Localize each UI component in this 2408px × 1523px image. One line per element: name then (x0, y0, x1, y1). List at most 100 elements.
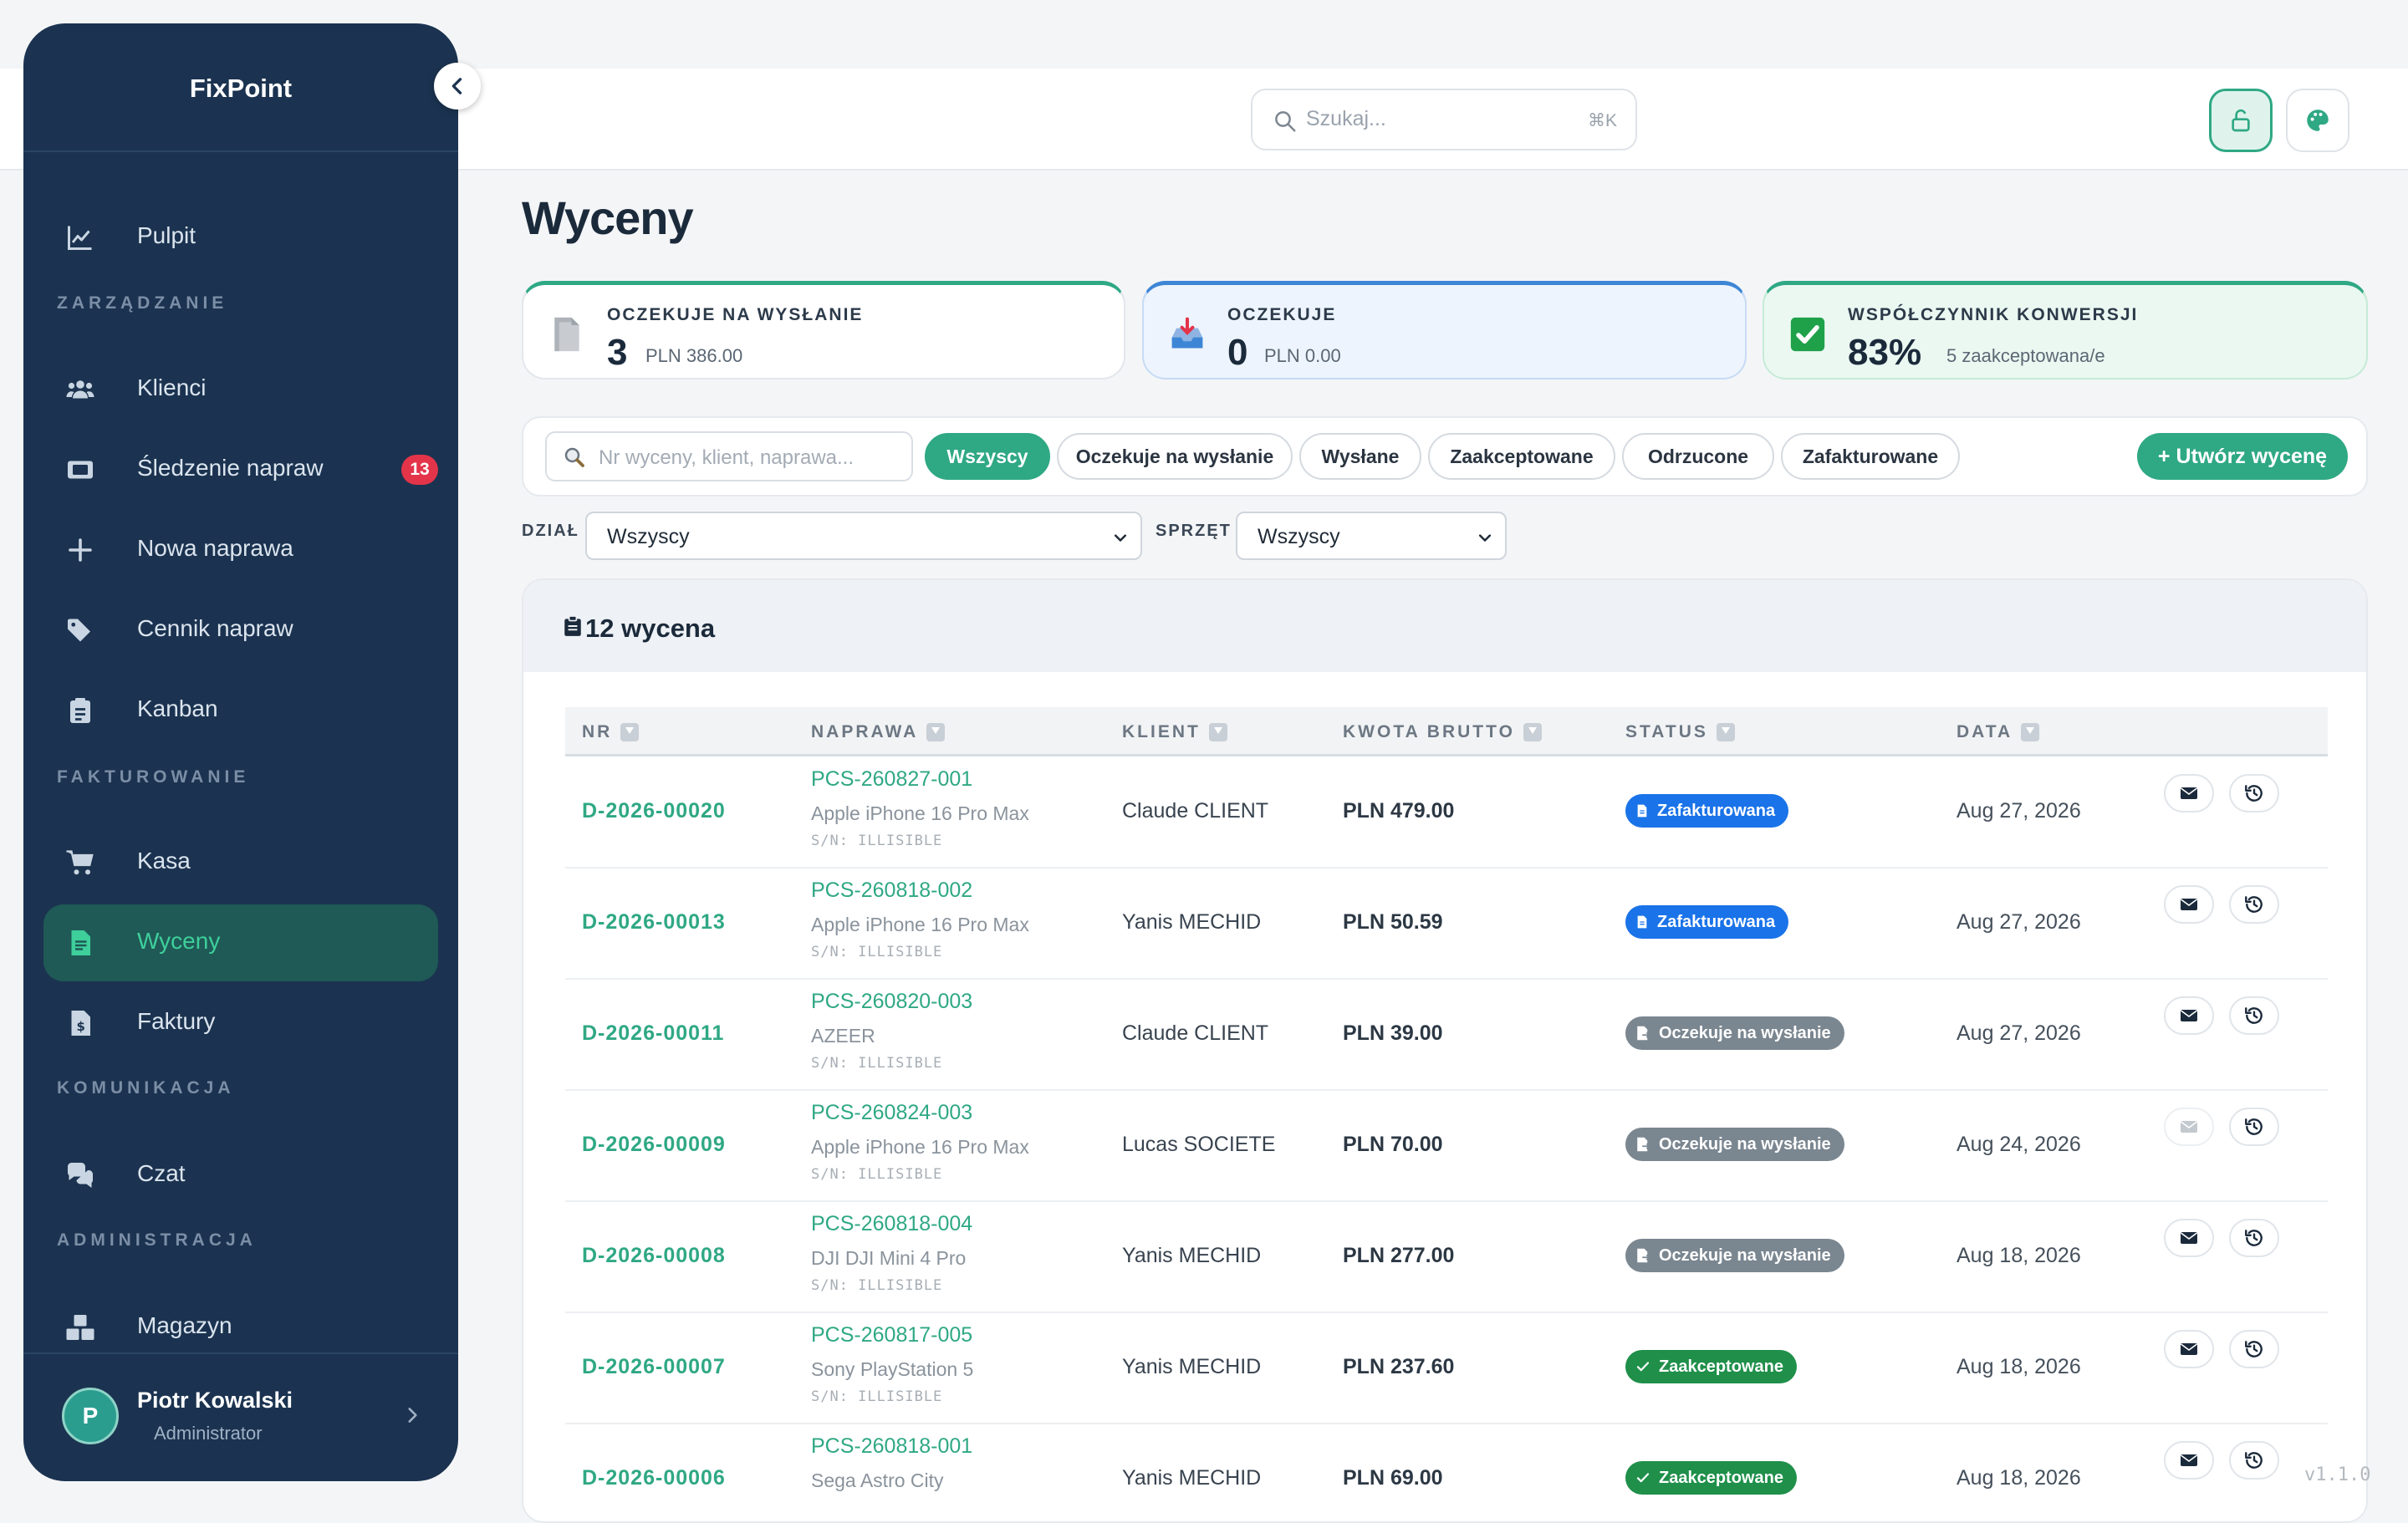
sidebar-item-label: Czat (137, 1160, 186, 1186)
send-email-button[interactable] (2164, 885, 2214, 924)
sidebar-item-nowa-naprawa[interactable]: Nowa naprawa (43, 512, 438, 588)
quote-number-link[interactable]: D-2026-00011 (582, 1021, 724, 1046)
quote-number-link[interactable]: D-2026-00008 (582, 1244, 726, 1268)
table-row[interactable]: D-2026-00008 PCS-260818-004 DJI DJI Mini… (565, 1200, 2328, 1313)
search-icon (1275, 111, 1296, 132)
stat-value: 0 (1227, 332, 1248, 373)
column-header-client[interactable]: KLIENT (1122, 722, 1227, 742)
history-button[interactable] (2229, 774, 2279, 812)
table-row[interactable]: D-2026-00009 PCS-260824-003 Apple iPhone… (565, 1089, 2328, 1202)
theme-button[interactable] (2286, 89, 2349, 152)
table-row[interactable]: D-2026-00020 PCS-260827-001 Apple iPhone… (565, 756, 2328, 868)
history-button[interactable] (2229, 996, 2279, 1035)
sort-icon (1716, 723, 1735, 741)
repair-link[interactable]: PCS-260817-005 (811, 1323, 972, 1347)
sidebar-item-kasa[interactable]: Kasa (43, 824, 438, 901)
send-email-button[interactable] (2164, 1219, 2214, 1257)
sidebar-item-czat[interactable]: Czat (43, 1137, 438, 1214)
sidebar-item-label: Pulpit (137, 222, 196, 248)
filter-pill-invoiced[interactable]: Zafakturowane (1781, 433, 1960, 480)
repair-link[interactable]: PCS-260818-001 (811, 1434, 972, 1459)
chat-icon (68, 1163, 93, 1188)
global-search-input[interactable]: Szukaj... ⌘K (1251, 89, 1637, 150)
repair-link[interactable]: PCS-260824-003 (811, 1101, 972, 1125)
table-header: NR NAPRAWA KLIENT KWOTA BRUTTO STATUS DA… (565, 707, 2328, 756)
avatar: P (62, 1388, 119, 1444)
quote-number-link[interactable]: D-2026-00009 (582, 1133, 726, 1157)
quote-search-placeholder: Nr wyceny, klient, naprawa... (599, 446, 855, 469)
column-header-repair[interactable]: NAPRAWA (811, 722, 946, 742)
filter-pill-rejected[interactable]: Odrzucone (1622, 433, 1774, 480)
amount: PLN 479.00 (1343, 799, 1455, 823)
history-button[interactable] (2229, 1219, 2279, 1257)
history-icon (2245, 1341, 2263, 1357)
filter-pill-sent[interactable]: Wysłane (1299, 433, 1421, 480)
history-button[interactable] (2229, 1441, 2279, 1480)
send-email-button[interactable] (2164, 996, 2214, 1035)
sidebar-item-wyceny[interactable]: Wyceny (43, 904, 438, 981)
document-icon (554, 317, 579, 352)
repair-link[interactable]: PCS-260820-003 (811, 990, 972, 1014)
history-button[interactable] (2229, 1108, 2279, 1146)
client-name: Claude CLIENT (1122, 1021, 1269, 1045)
history-icon (2245, 1007, 2263, 1024)
repair-link[interactable]: PCS-260818-004 (811, 1212, 972, 1236)
quotes-count-title: 12 wycena (585, 614, 716, 643)
equipment-select[interactable]: Wszyscy (1236, 512, 1507, 560)
table-row[interactable]: D-2026-00006 PCS-260818-001 Sega Astro C… (565, 1423, 2328, 1521)
column-header-amount[interactable]: KWOTA BRUTTO (1343, 722, 1542, 742)
send-email-button[interactable] (2164, 1330, 2214, 1368)
amount: PLN 69.00 (1343, 1466, 1443, 1490)
send-email-button[interactable] (2164, 774, 2214, 812)
table-row[interactable]: D-2026-00011 PCS-260820-003 AZEER S/N: I… (565, 978, 2328, 1091)
amount: PLN 237.60 (1343, 1355, 1455, 1378)
client-name: Claude CLIENT (1122, 799, 1269, 823)
status-badge: Zaakceptowane (1625, 1350, 1797, 1383)
send-email-button-disabled[interactable] (2164, 1108, 2214, 1146)
stat-label: OCZEKUJE NA WYSŁANIE (607, 305, 864, 324)
equipment-label: SPRZĘT (1156, 522, 1232, 540)
palette-icon (2307, 110, 2329, 131)
column-header-nr[interactable]: NR (582, 722, 640, 742)
client-name: Lucas SOCIETE (1122, 1133, 1276, 1156)
filter-pill-awaiting-send[interactable]: Oczekuje na wysłanie (1057, 433, 1293, 480)
quote-number-link[interactable]: D-2026-00020 (582, 799, 726, 823)
filter-bar: Nr wyceny, klient, naprawa... Wszyscy Oc… (522, 416, 2368, 497)
department-select[interactable]: Wszyscy (585, 512, 1142, 560)
quote-number-link[interactable]: D-2026-00006 (582, 1466, 726, 1490)
client-name: Yanis MECHID (1122, 910, 1262, 934)
amount: PLN 50.59 (1343, 910, 1443, 934)
status-badge: Oczekuje na wysłanie (1625, 1239, 1844, 1272)
file-invoice-icon (71, 930, 90, 955)
column-header-status[interactable]: STATUS (1625, 722, 1735, 742)
table-row[interactable]: D-2026-00013 PCS-260818-002 Apple iPhone… (565, 867, 2328, 980)
section-label: KOMUNIKACJA (57, 1078, 235, 1098)
history-button[interactable] (2229, 1330, 2279, 1368)
quote-number-link[interactable]: D-2026-00013 (582, 910, 726, 935)
table-row[interactable]: D-2026-00007 PCS-260817-005 Sony PlaySta… (565, 1312, 2328, 1424)
stat-value: 83% (1848, 332, 1922, 373)
repair-link[interactable]: PCS-260818-002 (811, 879, 972, 903)
sidebar-item-cennik[interactable]: Cennik napraw (43, 592, 438, 669)
department-label: DZIAŁ (522, 522, 579, 540)
sidebar-item-kanban[interactable]: Kanban (43, 672, 438, 749)
repair-link[interactable]: PCS-260827-001 (811, 767, 972, 792)
sidebar-collapse-button[interactable] (434, 63, 481, 110)
quote-search-input[interactable]: Nr wyceny, klient, naprawa... (545, 431, 913, 481)
column-header-date[interactable]: DATA (1956, 722, 2040, 742)
filter-pill-accepted[interactable]: Zaakceptowane (1428, 433, 1615, 480)
sidebar-item-klienci[interactable]: Klienci (43, 351, 438, 428)
lock-button[interactable] (2209, 89, 2273, 152)
create-quote-button[interactable]: + Utwórz wycenę (2137, 433, 2348, 480)
history-button[interactable] (2229, 885, 2279, 924)
sidebar-item-faktury[interactable]: $ Faktury (43, 985, 438, 1062)
date: Aug 27, 2026 (1956, 910, 2081, 934)
filter-pill-all[interactable]: Wszyscy (925, 433, 1050, 480)
user-menu[interactable]: P Piotr Kowalski Administrator (23, 1352, 458, 1481)
device-name: Sony PlayStation 5 (811, 1358, 974, 1380)
sidebar-item-sledzenie[interactable]: Śledzenie napraw 13 (43, 431, 438, 508)
send-email-button[interactable] (2164, 1441, 2214, 1480)
sidebar-item-pulpit[interactable]: Pulpit (43, 199, 438, 276)
user-role: Administrator (154, 1423, 263, 1444)
quote-number-link[interactable]: D-2026-00007 (582, 1355, 726, 1379)
